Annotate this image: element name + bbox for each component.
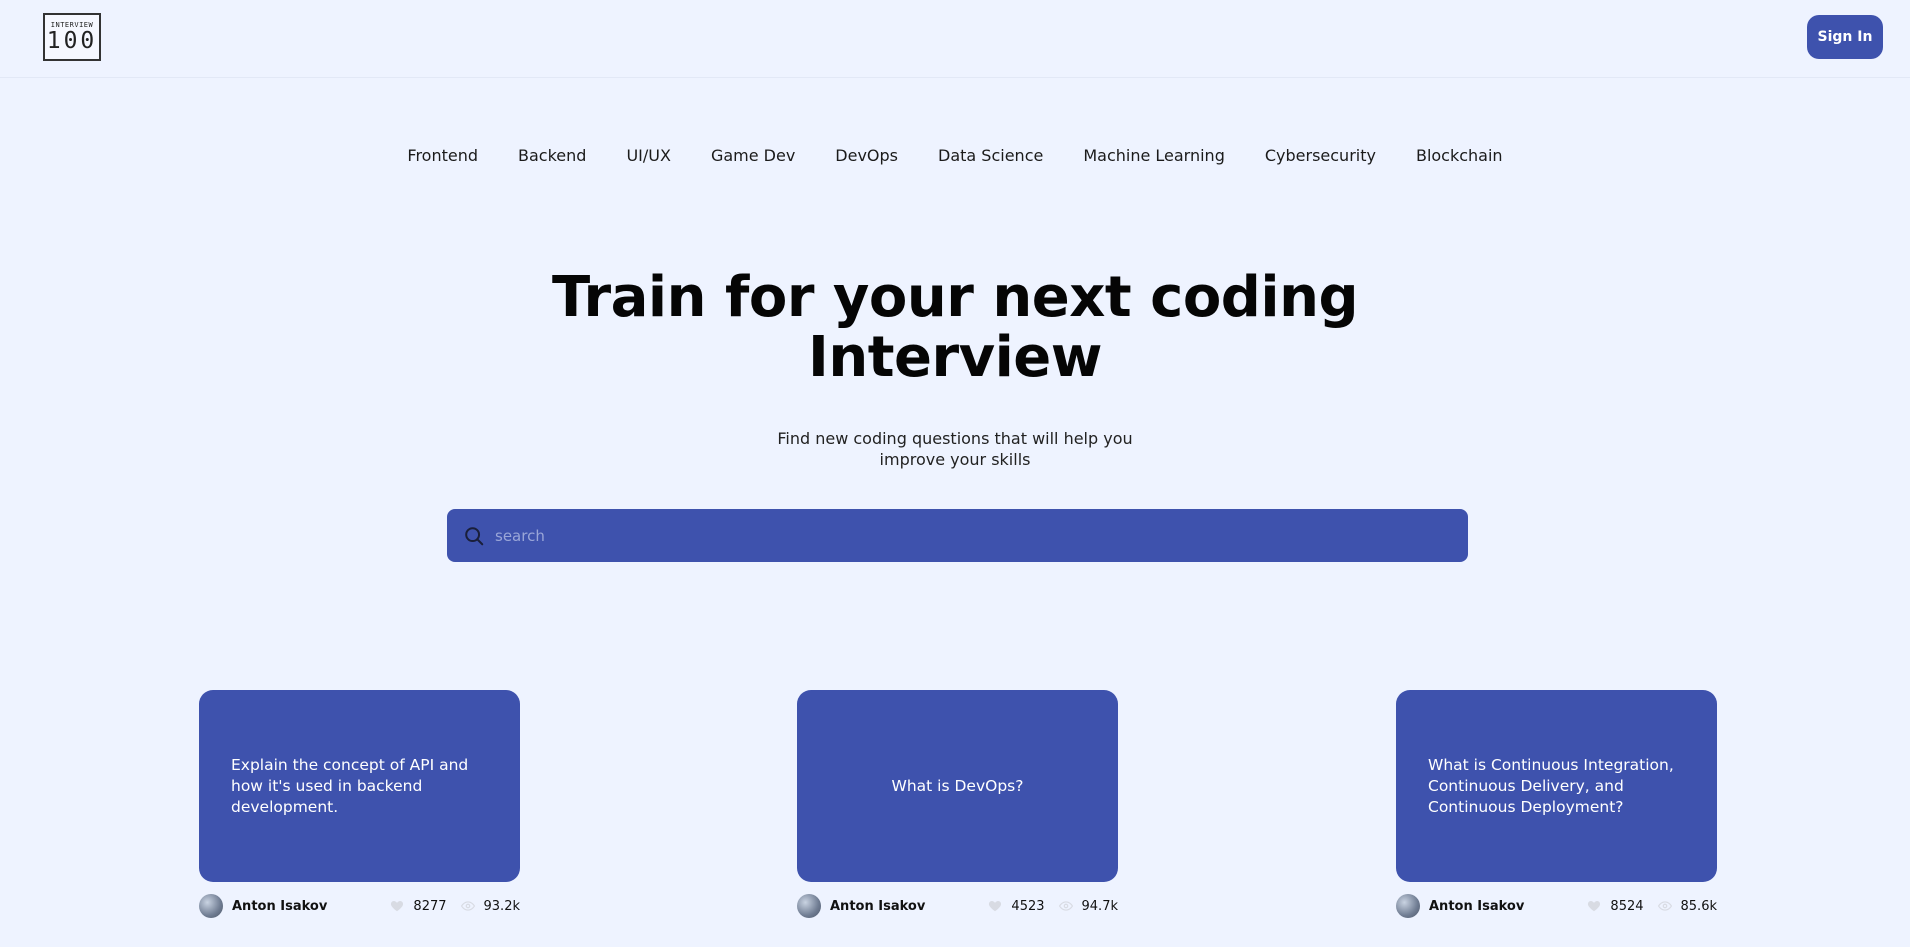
eye-icon — [1657, 899, 1672, 913]
hero-title-line-2: Interview — [808, 325, 1102, 390]
question-card-1: Explain the concept of API and how it's … — [199, 690, 520, 918]
search-input[interactable] — [495, 515, 1435, 556]
avatar[interactable] — [797, 894, 821, 918]
card-meta: Anton Isakov 4523 94.7k — [797, 894, 1118, 918]
hero-title: Train for your next coding Interview — [455, 268, 1455, 388]
heart-icon[interactable] — [390, 899, 404, 913]
question-text: What is Continuous Integration, Continuo… — [1428, 755, 1674, 816]
nav-item-game-dev[interactable]: Game Dev — [711, 146, 795, 165]
search-icon — [463, 525, 485, 547]
eye-icon — [460, 899, 475, 913]
nav-item-ui-ux[interactable]: UI/UX — [626, 146, 671, 165]
author-name[interactable]: Anton Isakov — [1429, 899, 1524, 914]
hero-subtitle: Find new coding questions that will help… — [755, 428, 1155, 470]
question-card-2: What is DevOps? Anton Isakov 4523 94.7k — [797, 690, 1118, 918]
search-bar[interactable] — [447, 509, 1468, 562]
hero-subtitle-line-1: Find new coding questions that will help… — [777, 429, 1133, 448]
logo-number: 100 — [46, 28, 98, 54]
card-meta: Anton Isakov 8524 85.6k — [1396, 894, 1717, 918]
hero-subtitle-line-2: improve your skills — [879, 450, 1031, 469]
nav-item-devops[interactable]: DevOps — [835, 146, 898, 165]
question-card-body[interactable]: What is Continuous Integration, Continuo… — [1396, 690, 1717, 882]
view-count: 85.6k — [1680, 898, 1717, 914]
nav-item-machine-learning[interactable]: Machine Learning — [1083, 146, 1225, 165]
author-name[interactable]: Anton Isakov — [232, 899, 327, 914]
category-nav: Frontend Backend UI/UX Game Dev DevOps D… — [0, 146, 1910, 165]
question-text: What is DevOps? — [891, 776, 1024, 795]
heart-icon[interactable] — [1587, 899, 1601, 913]
view-count: 94.7k — [1081, 898, 1118, 914]
logo[interactable]: INTERVIEW 100 — [43, 13, 101, 61]
nav-item-backend[interactable]: Backend — [518, 146, 586, 165]
eye-icon — [1058, 899, 1073, 913]
header: INTERVIEW 100 Sign In — [0, 0, 1910, 78]
avatar[interactable] — [1396, 894, 1420, 918]
like-count: 8277 — [413, 898, 447, 914]
question-card-3: What is Continuous Integration, Continuo… — [1396, 690, 1717, 918]
card-meta: Anton Isakov 8277 93.2k — [199, 894, 520, 918]
hero-title-line-1: Train for your next coding — [551, 265, 1359, 330]
author-name[interactable]: Anton Isakov — [830, 899, 925, 914]
question-card-body[interactable]: Explain the concept of API and how it's … — [199, 690, 520, 882]
sign-in-button[interactable]: Sign In — [1807, 15, 1883, 59]
nav-item-cybersecurity[interactable]: Cybersecurity — [1265, 146, 1376, 165]
like-count: 8524 — [1610, 898, 1644, 914]
question-card-body[interactable]: What is DevOps? — [797, 690, 1118, 882]
nav-item-blockchain[interactable]: Blockchain — [1416, 146, 1503, 165]
like-count: 4523 — [1011, 898, 1045, 914]
question-text: Explain the concept of API and how it's … — [231, 755, 469, 816]
nav-item-frontend[interactable]: Frontend — [407, 146, 478, 165]
view-count: 93.2k — [483, 898, 520, 914]
nav-item-data-science[interactable]: Data Science — [938, 146, 1043, 165]
avatar[interactable] — [199, 894, 223, 918]
heart-icon[interactable] — [988, 899, 1002, 913]
